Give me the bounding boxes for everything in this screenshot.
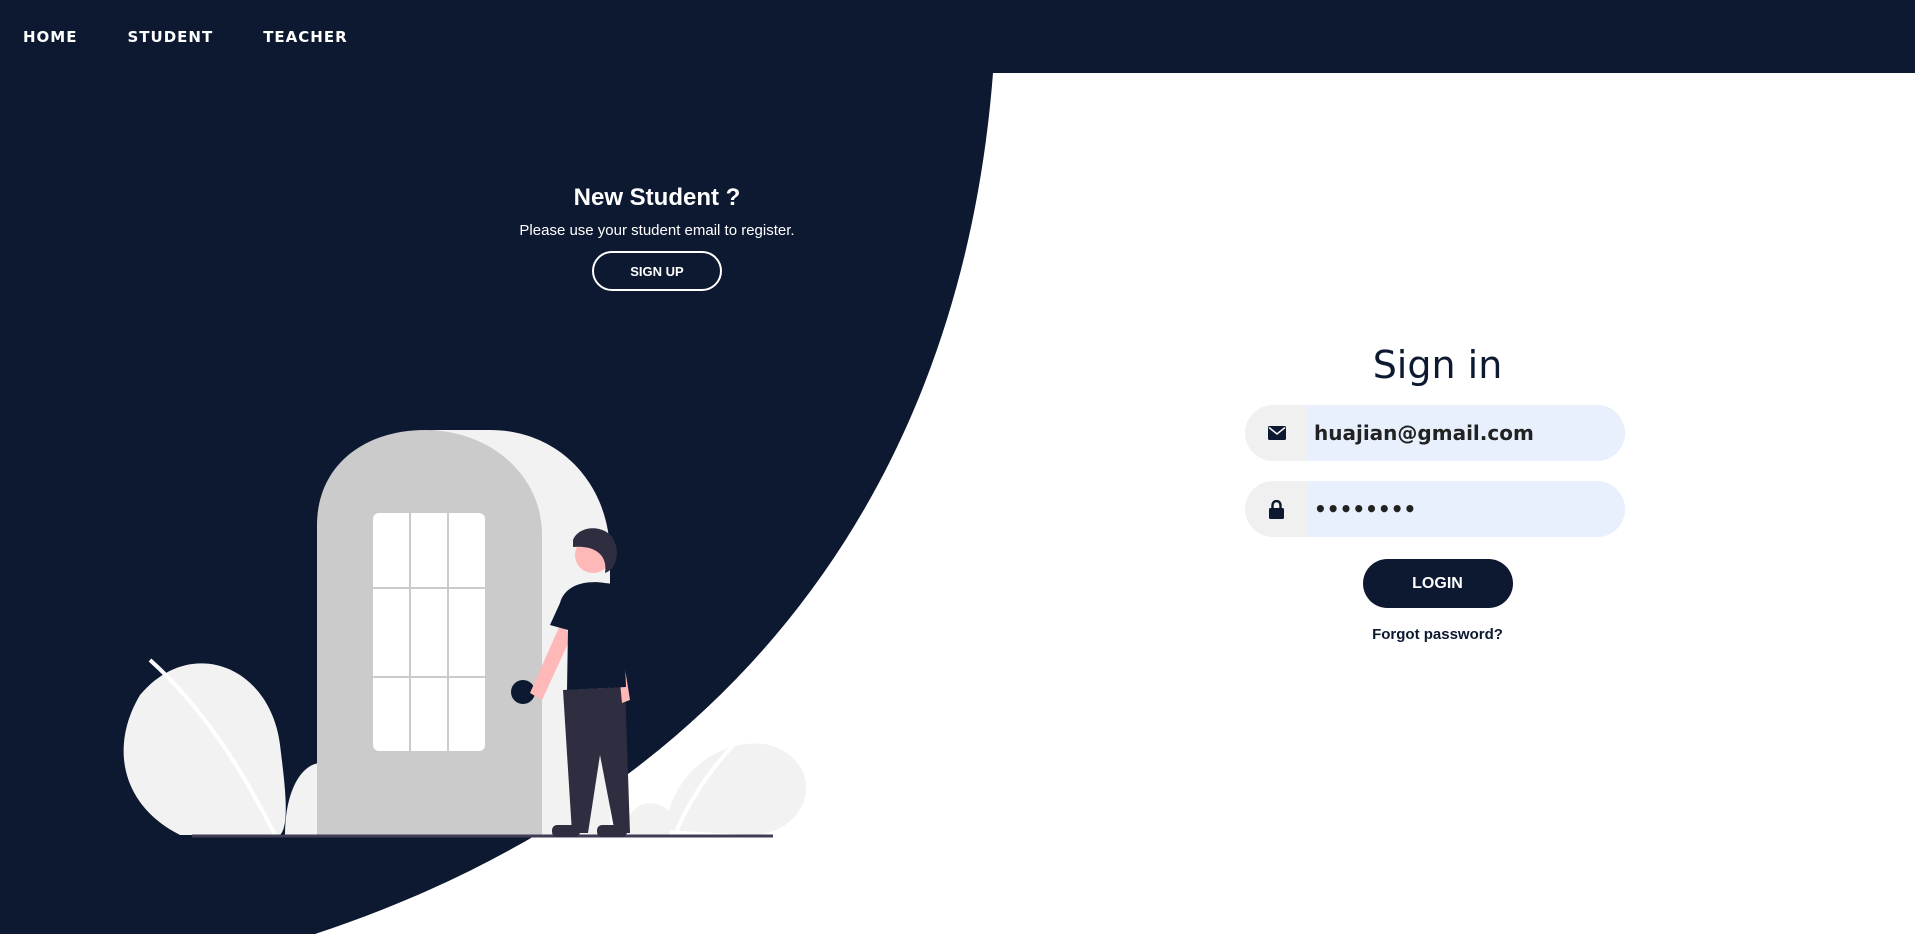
email-field-container [1245,405,1625,461]
right-plant-leaf [665,743,807,835]
person-shoe-right [597,825,627,837]
password-input[interactable] [1308,481,1625,537]
login-button[interactable]: LOGIN [1362,559,1513,608]
sign-in-form: Sign in LOGIN Forgot password? [1245,343,1630,643]
nav-home-link[interactable]: HOME [23,28,77,46]
sign-up-button[interactable]: SIGN UP [592,251,722,291]
door-person-illustration [123,430,807,838]
sign-in-title: Sign in [1372,343,1503,387]
envelope-icon [1245,426,1308,440]
nav-teacher-link[interactable]: TEACHER [263,28,347,46]
forgot-password-link[interactable]: Forgot password? [1245,626,1630,643]
door-window [373,513,485,751]
person-shoe-left [552,825,580,837]
lock-icon [1245,499,1308,519]
new-student-subtitle: Please use your student email to registe… [519,222,795,239]
new-student-title: New Student ? [573,184,741,211]
nav-student-link[interactable]: STUDENT [127,28,213,46]
new-student-panel: New Student ? Please use your student em… [457,184,857,291]
email-input[interactable] [1308,405,1625,461]
top-navbar: HOME STUDENT TEACHER [0,0,1915,73]
password-field-container [1245,481,1625,537]
right-small-bump [625,803,670,835]
